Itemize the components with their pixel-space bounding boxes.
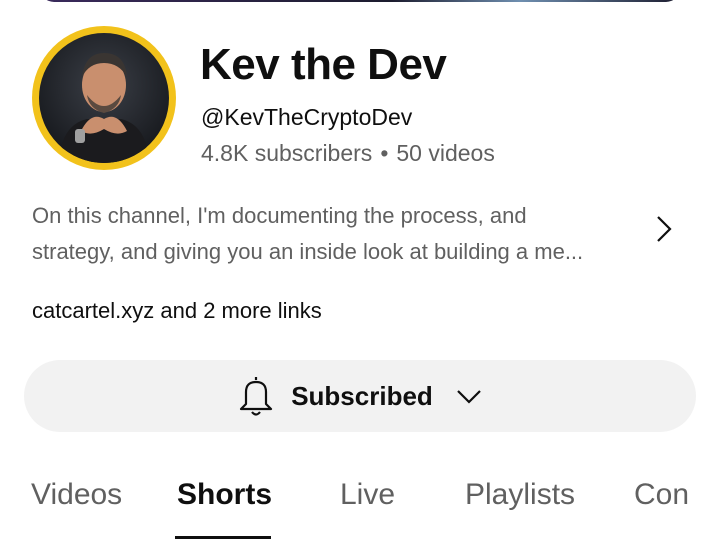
video-count: 50 videos [396, 140, 495, 166]
stats-separator: • [380, 140, 389, 166]
chevron-right-icon[interactable] [652, 213, 676, 245]
channel-stats: 4.8K subscribers • 50 videos [201, 140, 495, 167]
subscriber-count: 4.8K subscribers [201, 140, 373, 166]
bell-icon [240, 377, 273, 416]
channel-description[interactable]: On this channel, I'm documenting the pro… [32, 198, 632, 270]
channel-links[interactable]: catcartel.xyz and 2 more links [32, 298, 322, 324]
chevron-down-icon [457, 390, 481, 404]
channel-name: Kev the Dev [200, 40, 447, 89]
subscribed-label: Subscribed [291, 380, 433, 411]
channel-banner-edge [40, 0, 680, 2]
description-line-1: On this channel, I'm documenting the pro… [32, 203, 527, 228]
description-line-2: strategy, and giving you an inside look … [32, 239, 584, 264]
channel-avatar[interactable] [32, 26, 176, 170]
tab-shorts[interactable]: Shorts [177, 478, 272, 512]
tab-live[interactable]: Live [340, 478, 395, 512]
channel-tabs: Videos Shorts Live Playlists Con [0, 470, 720, 540]
subscribed-button[interactable]: Subscribed [24, 360, 696, 432]
channel-handle: @KevTheCryptoDev [201, 104, 413, 130]
tab-videos[interactable]: Videos [31, 478, 122, 512]
avatar-photo [39, 33, 169, 163]
active-tab-indicator [175, 536, 271, 539]
tab-community[interactable]: Con [634, 478, 689, 512]
tab-playlists[interactable]: Playlists [465, 478, 575, 512]
